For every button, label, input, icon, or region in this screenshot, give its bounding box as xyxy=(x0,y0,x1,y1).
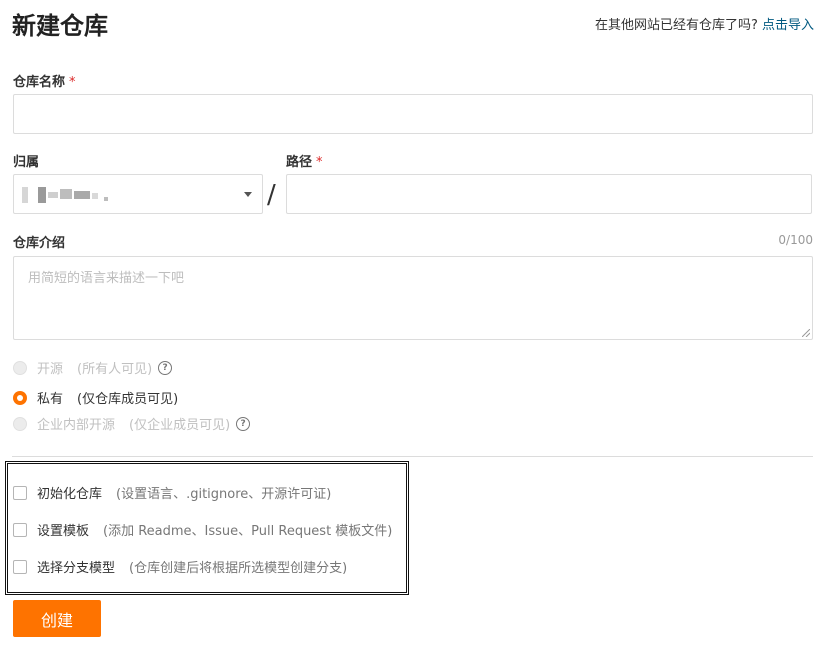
checkbox-branch-model[interactable] xyxy=(13,559,27,574)
owner-value-blurred xyxy=(22,187,108,203)
visibility-label: 私有 xyxy=(37,392,64,407)
visibility-option-public[interactable]: 开源 (所有人可见) ? xyxy=(13,358,173,377)
path-label: 路径 * xyxy=(286,155,323,170)
option-hint: (添加 Readme、Issue、Pull Request 模板文件) xyxy=(103,524,393,539)
option-hint: (设置语言、.gitignore、开源许可证) xyxy=(116,487,332,502)
import-prompt: 在其他网站已经有仓库了吗? 点击导入 xyxy=(595,14,814,33)
option-init-repo[interactable]: 初始化仓库 (设置语言、.gitignore、开源许可证) xyxy=(13,483,331,502)
repo-name-input[interactable] xyxy=(13,94,813,134)
description-placeholder: 用简短的语言来描述一下吧 xyxy=(28,271,185,286)
checkbox-init-repo[interactable] xyxy=(13,485,27,500)
visibility-hint: (仅企业成员可见) xyxy=(129,418,231,433)
visibility-label: 开源 xyxy=(37,362,64,377)
option-template[interactable]: 设置模板 (添加 Readme、Issue、Pull Request 模板文件) xyxy=(13,520,392,539)
repo-name-label: 仓库名称 * xyxy=(13,75,76,90)
option-label: 设置模板 xyxy=(37,524,90,539)
description-counter: 0/100 xyxy=(778,233,813,247)
import-link[interactable]: 点击导入 xyxy=(762,18,814,33)
option-label: 选择分支模型 xyxy=(37,561,116,576)
visibility-hint: (仅仓库成员可见) xyxy=(77,392,179,407)
page-title: 新建仓库 xyxy=(12,12,108,40)
visibility-label: 企业内部开源 xyxy=(37,418,116,433)
required-mark: * xyxy=(69,75,76,90)
import-prompt-text: 在其他网站已经有仓库了吗? xyxy=(594,18,758,33)
help-icon[interactable]: ? xyxy=(158,360,173,375)
option-label: 初始化仓库 xyxy=(37,487,103,502)
visibility-option-private[interactable]: 私有 (仅仓库成员可见) xyxy=(13,388,178,407)
visibility-hint: (所有人可见) xyxy=(77,362,153,377)
option-branch-model[interactable]: 选择分支模型 (仓库创建后将根据所选模型创建分支) xyxy=(13,557,347,576)
create-button[interactable]: 创建 xyxy=(13,600,101,637)
radio-private[interactable] xyxy=(13,390,27,405)
help-icon[interactable]: ? xyxy=(236,416,251,431)
chevron-down-icon xyxy=(244,192,252,197)
radio-enterprise[interactable] xyxy=(13,416,27,431)
required-mark: * xyxy=(316,155,323,170)
description-label: 仓库介绍 xyxy=(13,236,66,251)
visibility-option-enterprise[interactable]: 企业内部开源 (仅企业成员可见) ? xyxy=(13,414,251,433)
owner-label: 归属 xyxy=(13,155,40,170)
owner-select[interactable] xyxy=(13,174,263,214)
option-hint: (仓库创建后将根据所选模型创建分支) xyxy=(129,561,348,576)
radio-public[interactable] xyxy=(13,360,27,375)
path-separator: / xyxy=(267,180,276,210)
description-textarea[interactable]: 用简短的语言来描述一下吧 xyxy=(13,256,813,340)
path-input[interactable] xyxy=(286,174,812,214)
checkbox-template[interactable] xyxy=(13,522,27,537)
divider xyxy=(12,456,813,457)
resize-handle-icon[interactable] xyxy=(802,329,810,337)
